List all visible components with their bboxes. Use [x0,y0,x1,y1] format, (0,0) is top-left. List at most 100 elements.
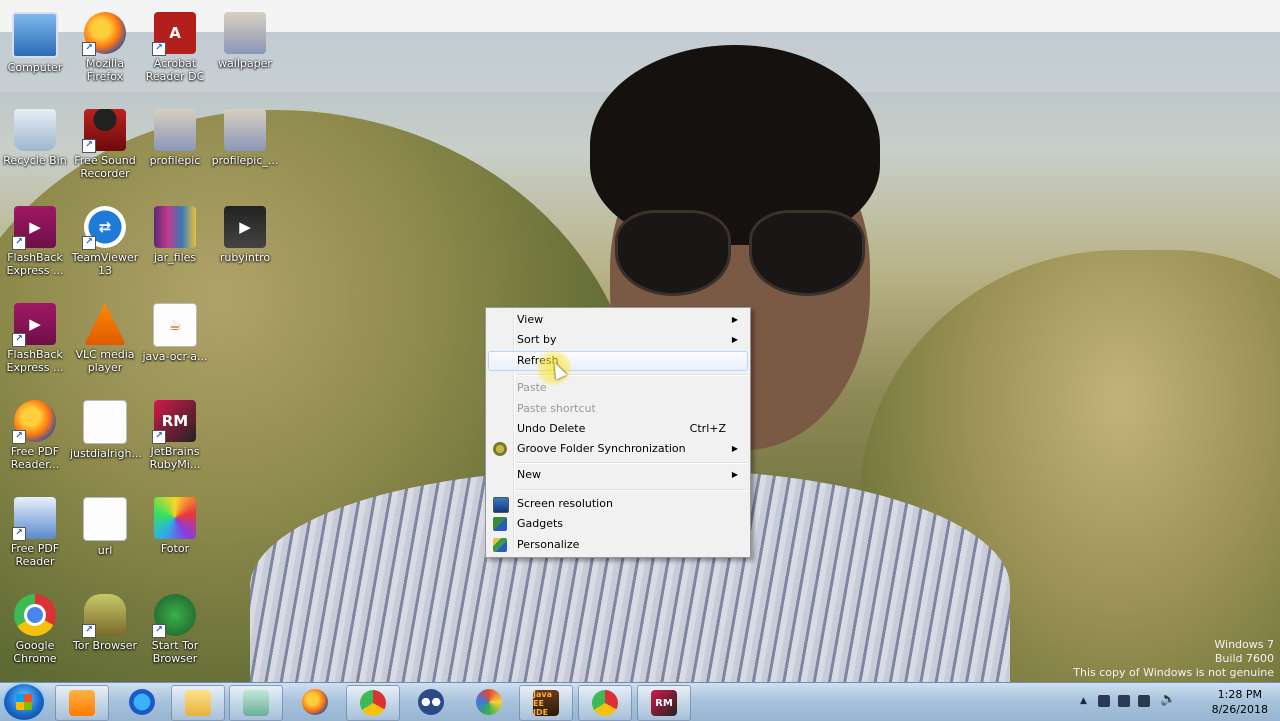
submenu-arrow-icon: ▶ [731,315,738,324]
acrobat-icon: A ↗ [152,12,196,56]
desktop-icon-free-pdf-reader-ff[interactable]: ↗ Free PDF Reader... [0,396,70,471]
submenu-arrow-icon: ▶ [731,444,738,453]
desktop-icon-start-tor-browser[interactable]: ↗ Start Tor Browser [140,590,210,665]
vlc-icon [84,303,126,345]
desktop-icon-computer[interactable]: Computer [0,8,70,74]
rubymine-icon: RM ↗ [152,400,196,444]
desktop-icon-recycle-bin[interactable]: Recycle Bin [0,105,70,167]
power-icon[interactable] [1138,695,1150,707]
document-icon: ≡ [83,400,127,444]
desktop-icon-vlc[interactable]: VLC media player [70,299,140,374]
desktop-icon-profilepic-2[interactable]: profilepic_... [210,105,280,167]
screen-resolution-icon [493,497,509,513]
tray-app-icon[interactable] [1098,695,1110,707]
desktop-icon-free-pdf-reader[interactable]: ↗ Free PDF Reader [0,493,70,568]
show-hidden-icons-arrow-icon[interactable]: ▲ [1080,696,1087,706]
menu-item-gadgets[interactable]: Gadgets [488,514,746,534]
menu-item-sort-by[interactable]: Sort by ▶ [488,330,746,350]
desktop-context-menu: View▶ Sort by▶ Refresh Paste Paste short… [485,307,751,558]
taskbar-app-paint[interactable] [463,685,515,719]
desktop-icon-flashback-1[interactable]: ▶ ↗ FlashBack Express ... [0,202,70,277]
desktop-icon-jar-files[interactable]: jar_files [140,202,210,264]
tor-globe-icon: ↗ [152,594,196,638]
volume-icon[interactable]: 🔈 [1160,692,1176,707]
menu-item-personalize[interactable]: Personalize [488,535,746,555]
menu-separator [516,462,747,464]
menu-item-screen-resolution[interactable]: Screen resolution [488,494,746,514]
groove-icon [493,442,507,456]
desktop-icon-rubymine[interactable]: RM ↗ JetBrains RubyMi... [140,396,210,471]
flashback-icon: ▶ ↗ [12,303,56,347]
windows-media-player-icon [69,690,95,716]
menu-item-paste-shortcut[interactable]: Paste shortcut [488,399,746,419]
microphone-icon: ↗ [82,109,126,153]
video-file-icon: ▶ [224,206,266,248]
taskbar-app-internet-explorer[interactable] [116,685,168,719]
desktop-icon-tor-browser[interactable]: ↗ Tor Browser [70,590,140,652]
menu-item-paste[interactable]: Paste [488,378,746,398]
fotor-icon [154,497,196,539]
menu-item-refresh[interactable]: Refresh [488,351,748,371]
genuine-watermark: Windows 7 Build 7600 This copy of Window… [1073,638,1274,679]
desktop-icon-url[interactable]: ≡ url [70,493,140,557]
desktop-icon-profilepic[interactable]: profilepic [140,105,210,167]
desktop-icon-acrobat[interactable]: A ↗ Acrobat Reader DC [140,8,210,83]
desktop-icon-flashback-2[interactable]: ▶ ↗ FlashBack Express ... [0,299,70,374]
paint-icon [476,689,502,715]
java-ee-ide-icon: Java EE IDE [533,690,559,717]
taskbar-app-chrome-2[interactable] [578,685,632,721]
image-file-icon [154,109,196,151]
flashback-icon: ▶ ↗ [12,206,56,250]
firefox-icon: ↗ [12,400,56,444]
sticky-notes-icon [243,690,269,716]
desktop-icon-justdialrigh[interactable]: ≡ justdialrigh... [70,396,142,460]
personalize-icon [493,538,507,552]
menu-item-undo-delete[interactable]: Undo Delete Ctrl+Z [488,419,746,439]
chrome-icon [592,690,618,716]
taskbar-app-chrome-1[interactable] [346,685,400,721]
rubymine-icon: RM [651,690,677,716]
taskbar-clock[interactable]: 1:28 PM 8/26/2018 [1212,687,1268,717]
taskbar-app-java-ee-ide[interactable]: Java EE IDE [519,685,573,721]
taskbar-app-eyes[interactable] [405,685,457,719]
desktop-icon-google-chrome[interactable]: Google Chrome [0,590,70,665]
image-file-icon [224,12,266,54]
desktop-icon-mozilla-firefox[interactable]: ↗ Mozilla Firefox [70,8,140,83]
taskbar-app-firefox[interactable] [289,685,341,719]
eyes-app-icon [418,689,444,715]
computer-icon [12,12,58,58]
taskbar-app-explorer[interactable] [171,685,225,721]
taskbar-app-media-player[interactable] [55,685,109,721]
java-file-icon: ☕ [153,303,197,347]
tor-icon: ↗ [82,594,126,638]
image-file-icon [224,109,266,151]
recycle-bin-icon [14,109,56,151]
menu-item-new[interactable]: New ▶ [488,465,746,485]
chrome-icon [360,690,386,716]
gadgets-icon [493,517,507,531]
menu-item-groove-sync[interactable]: Groove Folder Synchronization ▶ [488,439,746,459]
taskbar-app-sticky-notes[interactable] [229,685,283,721]
wallpaper-sunglasses [615,205,865,300]
winrar-icon [154,206,196,248]
desktop-icon-teamviewer[interactable]: ⇄ ↗ TeamViewer 13 [70,202,140,277]
document-icon: ≡ [83,497,127,541]
desktop-icon-rubyintro[interactable]: ▶ rubyintro [210,202,280,264]
desktop-icon-java-ocr[interactable]: ☕ java-ocr-a... [140,299,210,363]
submenu-arrow-icon: ▶ [731,335,738,344]
desktop-icon-free-sound-recorder[interactable]: ↗ Free Sound Recorder [70,105,140,180]
taskbar-app-rubymine[interactable]: RM [637,685,691,721]
firefox-icon: ↗ [82,12,126,56]
internet-explorer-icon [129,689,155,715]
menu-separator [516,489,747,491]
desktop-icon-fotor[interactable]: Fotor [140,493,210,555]
taskbar: Java EE IDE RM ▲ 🔈 1:28 PM 8/26/2018 [0,682,1280,721]
firefox-icon [302,689,328,715]
pdf-reader-icon: ↗ [12,497,56,541]
network-icon[interactable] [1118,695,1130,707]
desktop-icon-wallpaper[interactable]: wallpaper [210,8,280,70]
windows-explorer-icon [185,690,211,716]
teamviewer-icon: ⇄ ↗ [82,206,126,250]
start-button[interactable] [4,684,44,720]
menu-item-view[interactable]: View ▶ [488,310,746,330]
